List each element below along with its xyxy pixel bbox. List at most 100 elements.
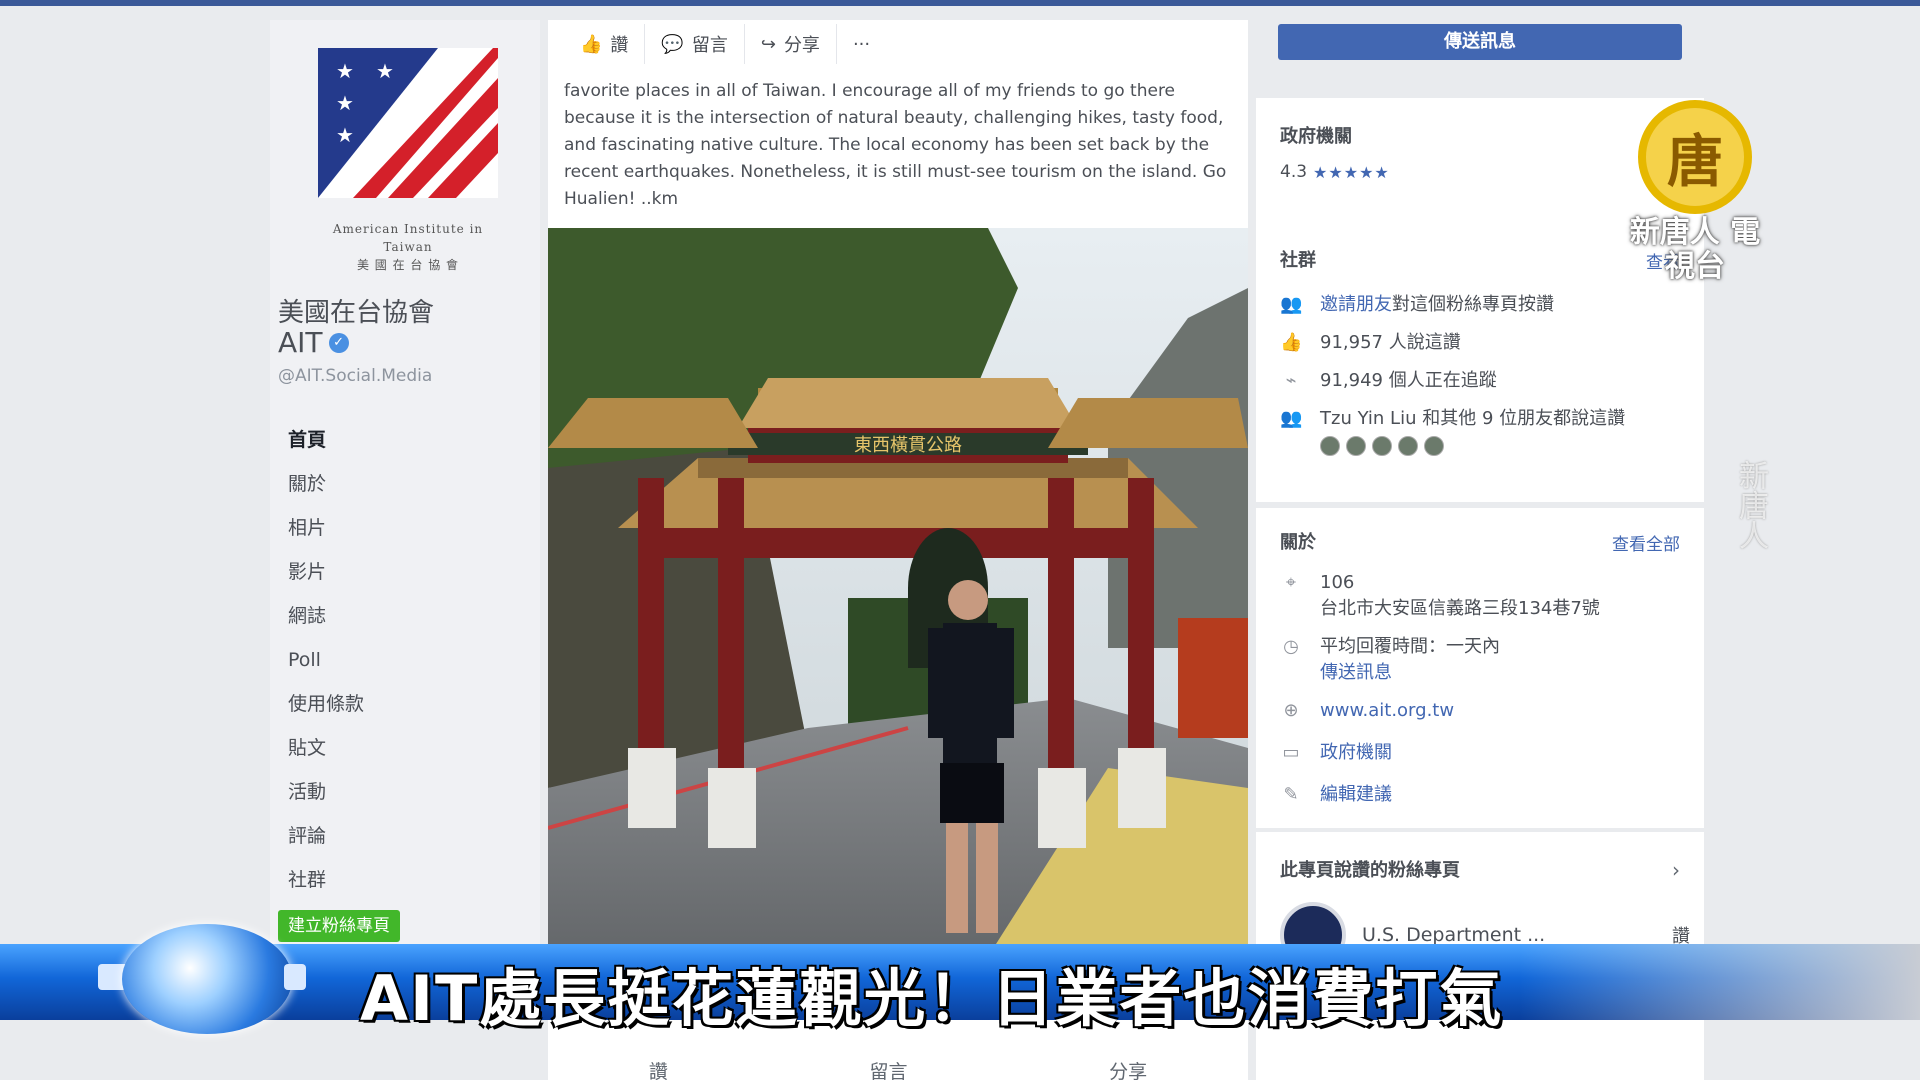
gate-sign-text: 東西橫貫公路 xyxy=(854,435,962,456)
nav-item-community[interactable]: 社群 xyxy=(282,858,522,902)
like-button[interactable]: 👍 讚 xyxy=(564,24,646,64)
page-name-en[interactable]: AIT ✓ xyxy=(278,326,349,359)
share-icon: ↪ xyxy=(760,33,776,55)
station-logo: 唐 新唐人 電視台 xyxy=(1620,100,1770,290)
svg-text:★: ★ xyxy=(376,59,394,83)
avatar[interactable] xyxy=(1372,436,1392,456)
friends-icon: 👥 xyxy=(1280,408,1303,429)
thumbs-up-icon: 👍 xyxy=(1280,332,1303,353)
nav-item-posts[interactable]: 貼文 xyxy=(282,726,522,770)
about-card: 關於 查看全部 ⌖ 106 台北市大安區信義路三段134巷7號 ◷ 平均回覆時間：… xyxy=(1256,508,1704,828)
footer-like-button[interactable]: 讚 xyxy=(649,1057,668,1080)
post-card: 👍 讚 💬 留言 ↪ 分享 ··· favorite places in all of… xyxy=(548,20,1248,1080)
verified-badge-icon: ✓ xyxy=(328,332,349,353)
nav-item-photos[interactable]: 相片 xyxy=(282,506,522,550)
thumbs-up-icon: 👍 xyxy=(580,33,603,55)
share-label: 分享 xyxy=(783,35,820,56)
friends-like-text[interactable]: Tzu Yin Liu 和其他 9 位朋友都說這讚 xyxy=(1320,408,1625,429)
community-title: 社群 xyxy=(1280,250,1316,271)
svg-text:★: ★ xyxy=(336,123,354,147)
rating[interactable]: 4.3 ★★★★★ xyxy=(1280,162,1390,182)
station-emblem: 唐 xyxy=(1638,100,1752,214)
invite-rest-text: 對這個粉絲專頁按讚 xyxy=(1392,294,1554,315)
globe-right-tab xyxy=(284,964,306,990)
rss-icon: ⌁ xyxy=(1285,370,1297,391)
avatar[interactable] xyxy=(1320,436,1340,456)
friend-avatars xyxy=(1320,436,1625,456)
nav-item-terms[interactable]: 使用條款 xyxy=(282,682,522,726)
ticker-band-fade xyxy=(1520,944,1920,1020)
category-link[interactable]: 政府機關 xyxy=(1320,740,1392,766)
nav-item-videos[interactable]: 影片 xyxy=(282,550,522,594)
page-name-zh[interactable]: 美國在台協會 xyxy=(278,292,434,329)
send-message-button[interactable]: 傳送訊息 xyxy=(1278,24,1682,60)
edit-row: ✎ 編輯建議 xyxy=(1280,782,1690,808)
response-time: 平均回覆時間：一天內 xyxy=(1320,636,1500,657)
globe-icon: ⊕ xyxy=(1283,700,1299,721)
post-footer: 讚 留言 分享 xyxy=(548,1050,1248,1080)
category-row: ▭ 政府機關 xyxy=(1280,740,1690,766)
invite-friends-link[interactable]: 邀請朋友 xyxy=(1320,294,1392,315)
location-pin-icon: ⌖ xyxy=(1285,572,1297,593)
friends-row: 👥 Tzu Yin Liu 和其他 9 位朋友都說這讚 xyxy=(1280,406,1690,456)
postcode: 106 xyxy=(1320,572,1355,593)
ait-logo[interactable]: ★ ★ ★ ★ American Institute in Taiwan 美 國… xyxy=(318,48,498,272)
footer-comment-button[interactable]: 留言 xyxy=(869,1057,907,1080)
tag-icon: ▭ xyxy=(1282,742,1300,763)
address[interactable]: 台北市大安區信義路三段134巷7號 xyxy=(1320,598,1600,619)
about-see-all-link[interactable]: 查看全部 xyxy=(1612,530,1680,555)
users-icon: 👥 xyxy=(1280,294,1303,315)
nav-item-events[interactable]: 活動 xyxy=(282,770,522,814)
footer-share-button[interactable]: 分享 xyxy=(1109,1057,1147,1080)
post-action-bar: 👍 讚 💬 留言 ↪ 分享 ··· xyxy=(564,24,886,74)
avatar[interactable] xyxy=(1424,436,1444,456)
news-ticker: AIT處長挺花蓮觀光！日業者也消費打氣 xyxy=(0,924,1920,1035)
comment-label: 留言 xyxy=(691,35,728,56)
avatar[interactable] xyxy=(1398,436,1418,456)
page-handle[interactable]: @AIT.Social.Media xyxy=(278,366,432,386)
logo-subtitle-zh: 美 國 在 台 協 會 xyxy=(356,258,460,272)
nav-item-reviews[interactable]: 評論 xyxy=(282,814,522,858)
likes-count: 91,957 人說這讚 xyxy=(1320,332,1461,353)
station-name: 新唐人 電視台 xyxy=(1629,215,1761,284)
website-row: ⊕ www.ait.org.tw xyxy=(1280,698,1690,724)
nav-item-poll[interactable]: Poll xyxy=(282,638,522,682)
about-title: 關於 xyxy=(1280,532,1316,553)
rating-stars-icon: ★★★★★ xyxy=(1313,162,1390,182)
suggest-edit-link[interactable]: 編輯建議 xyxy=(1320,782,1392,808)
logo-subtitle-en: American Institute in Taiwan xyxy=(332,222,484,254)
avatar[interactable] xyxy=(1346,436,1366,456)
clock-icon: ◷ xyxy=(1283,636,1299,657)
globe-icon xyxy=(122,924,292,1034)
nav-item-home[interactable]: 首頁 xyxy=(282,418,522,462)
svg-text:★: ★ xyxy=(336,59,354,83)
more-options-button[interactable]: ··· xyxy=(837,24,886,64)
address-row: ⌖ 106 台北市大安區信義路三段134巷7號 xyxy=(1280,570,1690,622)
left-sidebar: ★ ★ ★ ★ American Institute in Taiwan 美 國… xyxy=(270,20,540,960)
comment-button[interactable]: 💬 留言 xyxy=(645,24,745,64)
invite-row: 👥 邀請朋友對這個粉絲專頁按讚 xyxy=(1280,292,1690,318)
nav-item-about[interactable]: 關於 xyxy=(282,462,522,506)
nav-item-notes[interactable]: 網誌 xyxy=(282,594,522,638)
share-button[interactable]: ↪ 分享 xyxy=(745,24,837,64)
post-text: favorite places in all of Taiwan. I enco… xyxy=(564,81,1227,209)
liked-pages-title: 此專頁說讚的粉絲專頁 xyxy=(1280,860,1460,881)
follows-row: ⌁ 91,949 個人正在追蹤 xyxy=(1280,368,1690,394)
news-headline: AIT處長挺花蓮觀光！日業者也消費打氣 xyxy=(360,962,1504,1035)
post-photo[interactable]: 東西橫貫公路 xyxy=(548,228,1248,988)
rating-value: 4.3 xyxy=(1280,162,1308,182)
top-bar xyxy=(0,0,1920,6)
station-watermark: 新唐人 xyxy=(1733,460,1768,550)
likes-row: 👍 91,957 人說這讚 xyxy=(1280,330,1690,356)
response-row: ◷ 平均回覆時間：一天內 傳送訊息 xyxy=(1280,634,1690,686)
pencil-icon: ✎ xyxy=(1283,784,1299,805)
svg-text:★: ★ xyxy=(336,91,354,115)
website-link[interactable]: www.ait.org.tw xyxy=(1320,698,1454,724)
category-label[interactable]: 政府機關 xyxy=(1280,122,1352,148)
like-label: 讚 xyxy=(610,35,629,56)
comment-icon: 💬 xyxy=(661,33,684,55)
chevron-right-icon[interactable]: › xyxy=(1672,858,1680,882)
page-name-en-text: AIT xyxy=(278,326,323,359)
page-nav: 首頁 關於 相片 影片 網誌 Poll 使用條款 貼文 活動 評論 社群 xyxy=(282,418,522,902)
about-send-message-link[interactable]: 傳送訊息 xyxy=(1320,662,1392,683)
